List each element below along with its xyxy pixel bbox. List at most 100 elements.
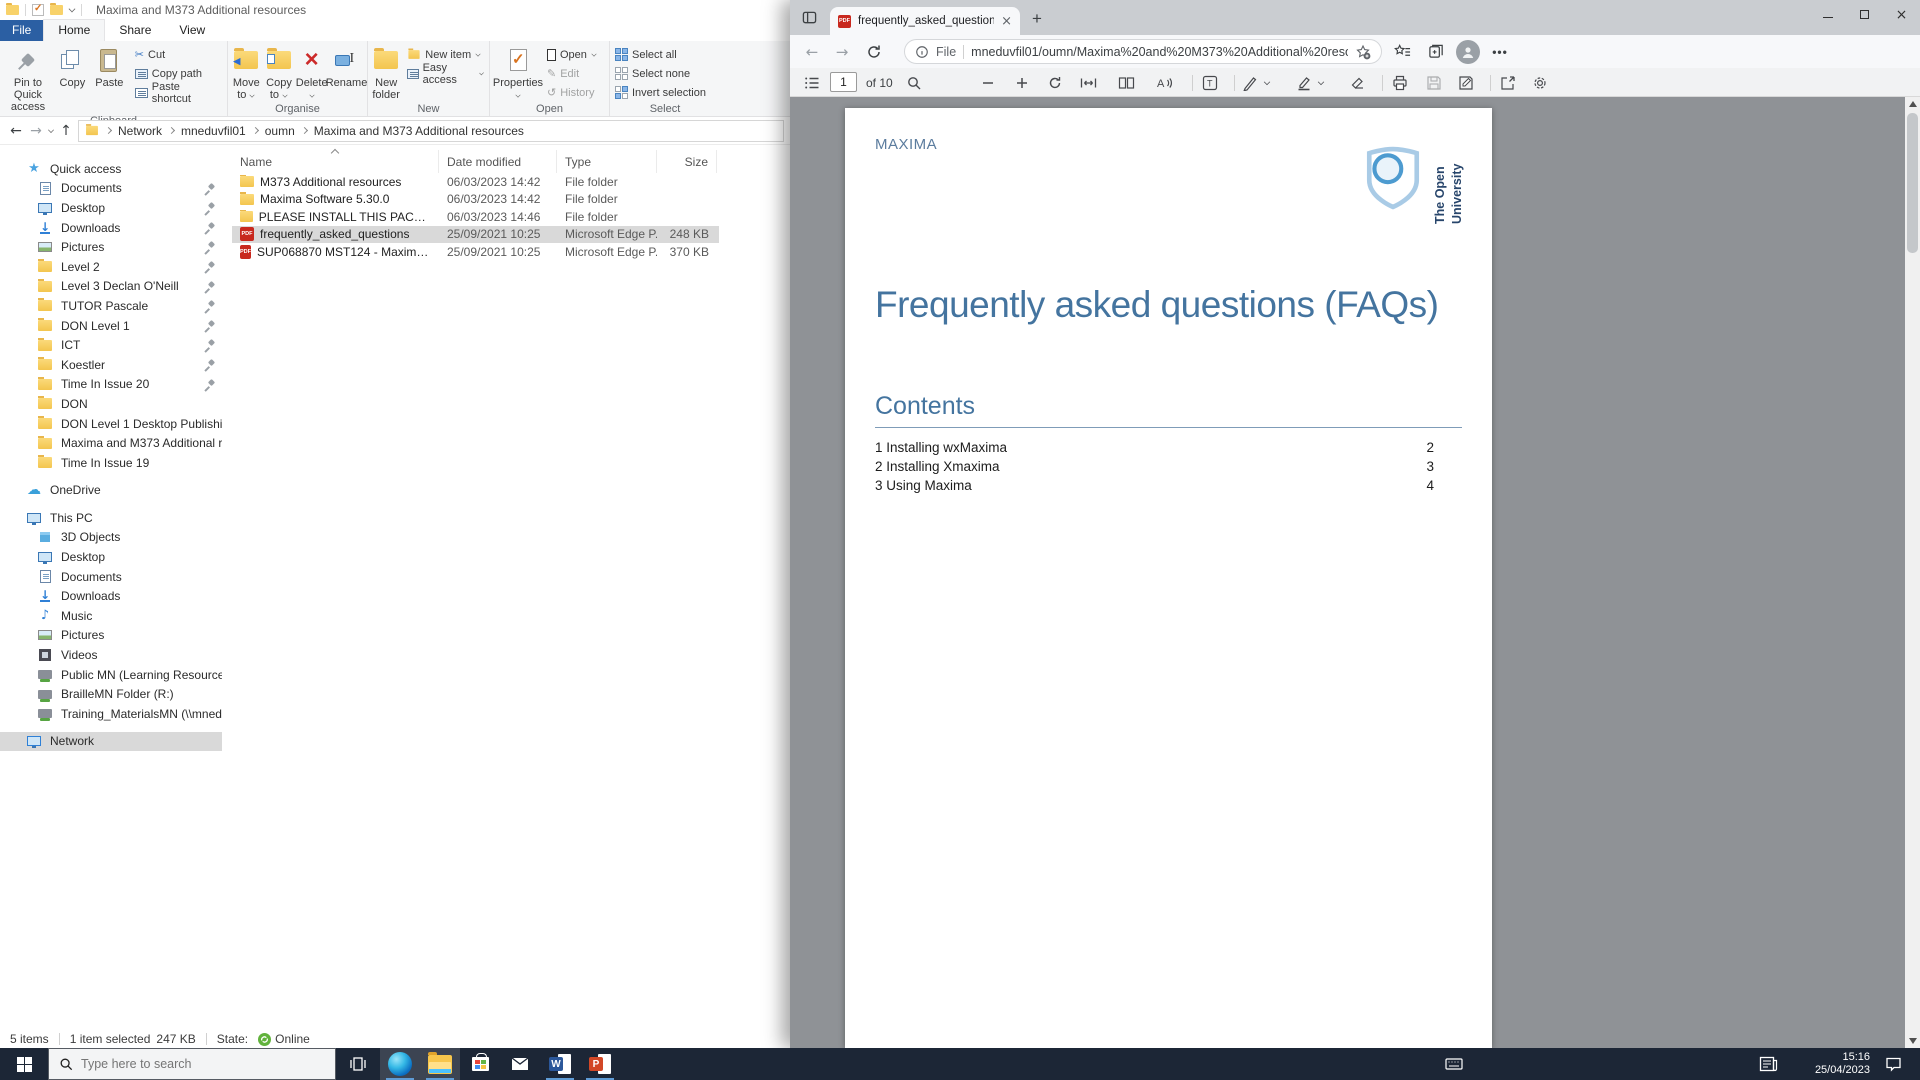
- sidebar-item-folder[interactable]: Koestler: [0, 355, 222, 375]
- save-as-icon[interactable]: [1458, 72, 1474, 93]
- sidebar-item-folder[interactable]: DON Level 1: [0, 316, 222, 336]
- zoom-out-icon[interactable]: [980, 72, 996, 93]
- breadcrumb[interactable]: Network mneduvfil01 oumn Maxima and M373…: [78, 120, 784, 142]
- sidebar-item-folder[interactable]: Maxima and M373 Additional resources: [0, 433, 222, 453]
- sidebar-onedrive[interactable]: ☁OneDrive: [0, 481, 222, 501]
- refresh-button[interactable]: [860, 44, 888, 60]
- draw-pen-icon[interactable]: [1242, 72, 1258, 93]
- breadcrumb-network[interactable]: Network: [118, 124, 162, 138]
- news-widget-button[interactable]: [1748, 1048, 1788, 1080]
- sidebar-item-drive-t[interactable]: Training_MaterialsMN (\\mneduvfil01) (T: [0, 704, 222, 724]
- fit-to-width-icon[interactable]: [1080, 72, 1097, 93]
- read-aloud-icon[interactable]: A: [1156, 72, 1174, 93]
- move-to-button[interactable]: ◀ Move to: [230, 44, 263, 101]
- save-icon[interactable]: [1426, 72, 1442, 93]
- tab-file[interactable]: File: [0, 20, 43, 41]
- tab-actions-icon[interactable]: [802, 10, 817, 25]
- sidebar-this-pc[interactable]: This PC: [0, 508, 222, 528]
- back-button[interactable]: ←: [800, 43, 824, 61]
- search-input[interactable]: [81, 1057, 301, 1071]
- paste-shortcut-button[interactable]: Paste shortcut: [132, 84, 225, 101]
- action-center-button[interactable]: [1874, 1048, 1912, 1080]
- taskbar-store-button[interactable]: [460, 1048, 500, 1080]
- sidebar-item-folder[interactable]: Level 2: [0, 257, 222, 277]
- zoom-in-icon[interactable]: [1014, 72, 1030, 93]
- taskbar-powerpoint-button[interactable]: P: [580, 1048, 620, 1080]
- taskbar-search[interactable]: [48, 1048, 336, 1080]
- close-button[interactable]: ×: [1883, 0, 1920, 29]
- add-text-icon[interactable]: T: [1202, 72, 1218, 93]
- select-all-button[interactable]: Select all: [612, 46, 709, 63]
- sidebar-item-documents[interactable]: Documents: [0, 567, 222, 587]
- url-bar[interactable]: File mneduvfil01/oumn/Maxima%20and%20M37…: [904, 39, 1382, 64]
- browser-tab[interactable]: frequently_asked_questions.pdf ×: [830, 7, 1020, 35]
- scroll-down-arrow-icon[interactable]: [1909, 1038, 1917, 1044]
- qat-customize-chevron-icon[interactable]: [69, 5, 76, 12]
- history-button[interactable]: ↺ History: [544, 84, 600, 101]
- minimize-button[interactable]: [1809, 0, 1846, 29]
- forward-button[interactable]: →: [830, 43, 854, 61]
- search-icon[interactable]: [906, 72, 922, 93]
- back-button[interactable]: ←: [8, 123, 24, 139]
- new-folder-button[interactable]: New folder: [370, 44, 402, 101]
- scrollbar-thumb[interactable]: [1907, 113, 1918, 253]
- paste-button[interactable]: Paste: [91, 44, 128, 89]
- copy-path-button[interactable]: Copy path: [132, 65, 225, 82]
- breadcrumb-share[interactable]: oumn: [265, 124, 295, 138]
- sidebar-item-documents[interactable]: Documents: [0, 179, 222, 199]
- taskbar-clock[interactable]: 15:16 25/04/2023: [1790, 1051, 1870, 1077]
- invert-selection-button[interactable]: Invert selection: [612, 84, 709, 101]
- page-number-input[interactable]: [830, 72, 857, 92]
- column-header-type[interactable]: Type: [557, 150, 657, 173]
- taskbar-mail-button[interactable]: [500, 1048, 540, 1080]
- cut-button[interactable]: ✂ Cut: [132, 46, 225, 63]
- tab-share[interactable]: Share: [105, 20, 165, 41]
- taskbar-edge-button[interactable]: [380, 1048, 420, 1080]
- sidebar-item-music[interactable]: ♪Music: [0, 606, 222, 626]
- sidebar-item-folder[interactable]: ICT: [0, 335, 222, 355]
- sidebar-item-folder[interactable]: Level 3 Declan O'Neill: [0, 277, 222, 297]
- pdf-settings-gear-icon[interactable]: [1532, 72, 1548, 93]
- tab-close-icon[interactable]: ×: [1001, 14, 1012, 29]
- sidebar-quick-access[interactable]: ★ Quick access: [0, 159, 222, 179]
- rotate-icon[interactable]: [1047, 72, 1063, 93]
- copy-to-button[interactable]: Copy to: [263, 44, 296, 101]
- qat-properties-icon[interactable]: [32, 4, 44, 16]
- sidebar-item-downloads[interactable]: ↓Downloads: [0, 218, 222, 238]
- file-row-selected[interactable]: frequently_asked_questions 25/09/2021 10…: [232, 226, 719, 244]
- scroll-up-arrow-icon[interactable]: [1909, 101, 1917, 107]
- easy-access-button[interactable]: Easy access: [404, 65, 487, 82]
- rename-button[interactable]: Rename: [328, 44, 365, 89]
- file-row[interactable]: Maxima Software 5.30.0 06/03/2023 14:42 …: [232, 191, 719, 209]
- sidebar-item-folder[interactable]: Time In Issue 19: [0, 453, 222, 473]
- tab-home[interactable]: Home: [43, 19, 105, 41]
- sidebar-item-3d-objects[interactable]: 3D Objects: [0, 528, 222, 548]
- add-favorite-icon[interactable]: [1355, 44, 1371, 60]
- column-header-date-modified[interactable]: Date modified: [439, 150, 557, 173]
- new-item-button[interactable]: New item: [404, 46, 487, 63]
- pdf-scrollbar[interactable]: [1905, 97, 1920, 1048]
- highlight-dropdown-chevron-icon[interactable]: [1318, 72, 1324, 93]
- file-row[interactable]: M373 Additional resources 06/03/2023 14:…: [232, 173, 719, 191]
- sidebar-item-folder[interactable]: DON Level 1 Desktop Publishing: [0, 414, 222, 434]
- copy-button[interactable]: Copy: [54, 44, 91, 89]
- file-row[interactable]: SUP068870 MST124 - Maxima Install Instr.…: [232, 243, 719, 261]
- edit-button[interactable]: ✎ Edit: [544, 65, 600, 82]
- page-view-icon[interactable]: [1118, 72, 1135, 93]
- breadcrumb-server[interactable]: mneduvfil01: [181, 124, 246, 138]
- sidebar-item-videos[interactable]: Videos: [0, 645, 222, 665]
- favorites-icon[interactable]: [1388, 43, 1416, 60]
- sidebar-item-drive-r[interactable]: BrailleMN Folder (R:): [0, 684, 222, 704]
- sidebar-item-desktop[interactable]: Desktop: [0, 547, 222, 567]
- file-row[interactable]: PLEASE INSTALL THIS PACKAGE 06/03/2023 1…: [232, 208, 719, 226]
- sidebar-item-pictures[interactable]: Pictures: [0, 237, 222, 257]
- maximize-button[interactable]: [1846, 0, 1883, 29]
- toc-icon[interactable]: [804, 72, 820, 93]
- open-button[interactable]: Open: [544, 46, 600, 63]
- tab-view[interactable]: View: [165, 20, 219, 41]
- forward-button[interactable]: →: [28, 123, 44, 139]
- sidebar-network[interactable]: Network: [0, 732, 222, 752]
- taskbar-word-button[interactable]: W: [540, 1048, 580, 1080]
- task-view-button[interactable]: [336, 1048, 380, 1080]
- breadcrumb-folder[interactable]: Maxima and M373 Additional resources: [314, 124, 524, 138]
